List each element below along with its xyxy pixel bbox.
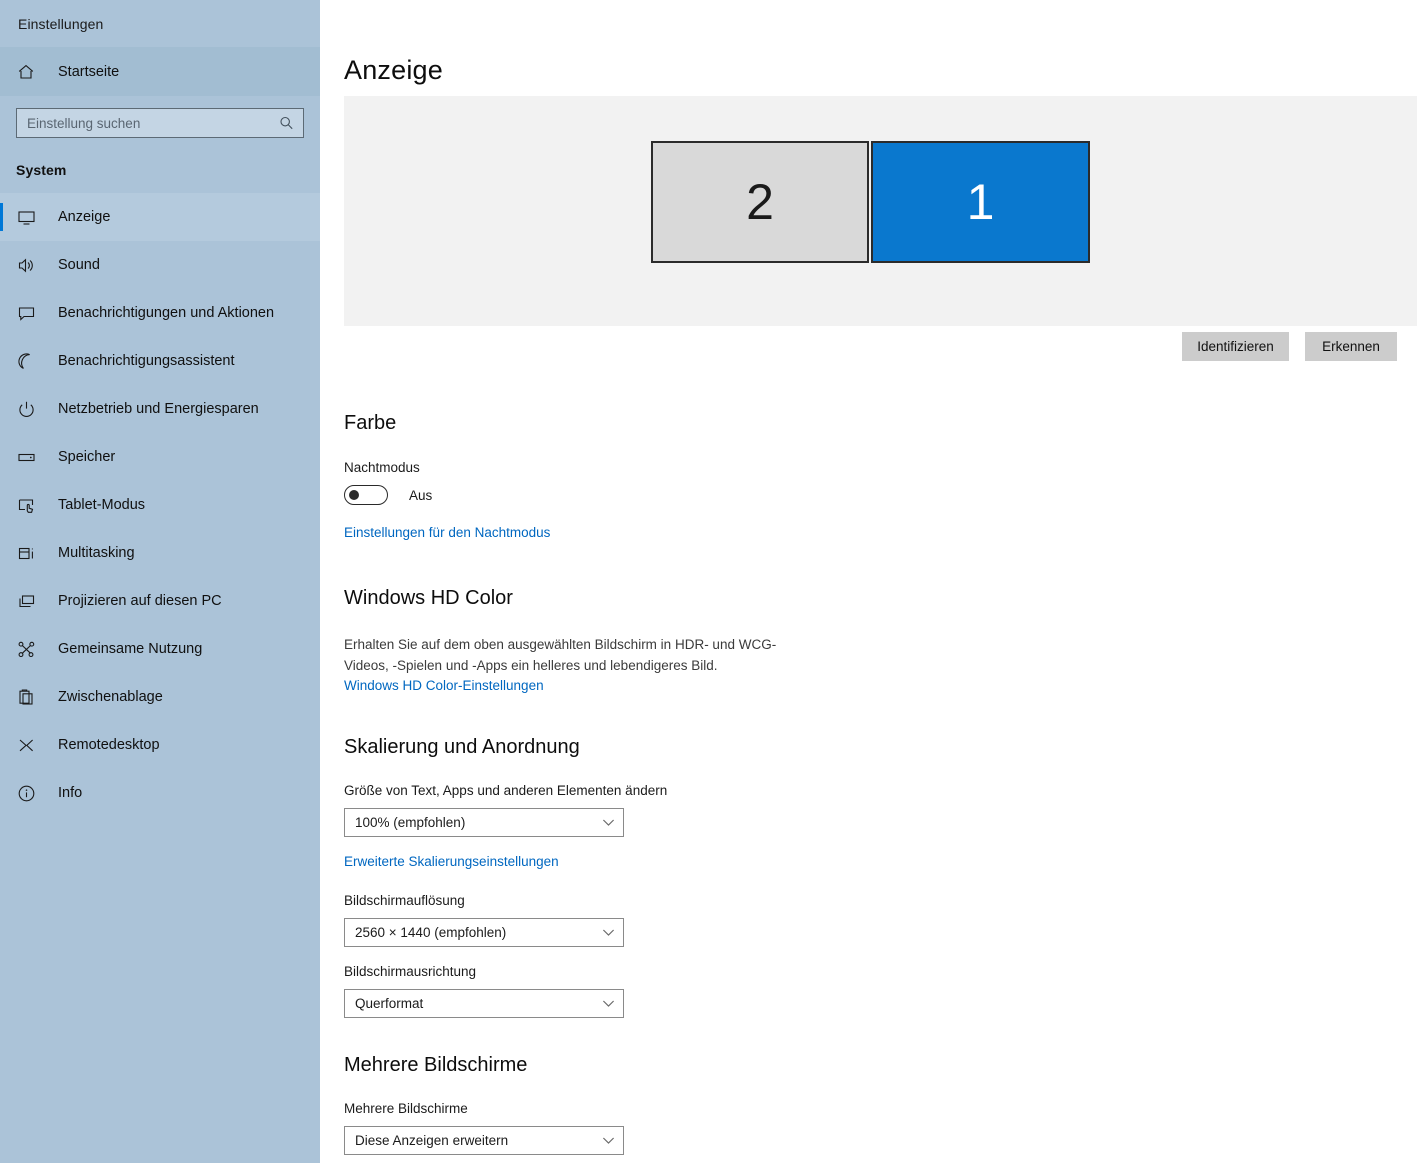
sidebar-item-tablet-modus[interactable]: Tablet-Modus xyxy=(0,481,320,529)
power-icon xyxy=(17,400,43,419)
display-arrangement-preview[interactable]: 2 1 xyxy=(344,96,1417,326)
scale-dropdown-value: 100% (empfohlen) xyxy=(355,815,466,830)
multi-display-label: Mehrere Bildschirme xyxy=(344,1101,468,1116)
resolution-label: Bildschirmauflösung xyxy=(344,893,465,908)
sidebar-item-netzbetrieb[interactable]: Netzbetrieb und Energiesparen xyxy=(0,385,320,433)
orientation-label: Bildschirmausrichtung xyxy=(344,964,477,979)
hdr-description: Erhalten Sie auf dem oben ausgewählten B… xyxy=(344,637,777,673)
sidebar-item-label: Speicher xyxy=(58,449,116,465)
tablet-hand-icon xyxy=(17,496,43,515)
sidebar-item-label: Tablet-Modus xyxy=(58,497,146,513)
remote-desktop-icon xyxy=(17,736,43,755)
chevron-down-icon xyxy=(593,928,623,937)
sidebar-item-zwischenablage[interactable]: Zwischenablage xyxy=(0,673,320,721)
monitor-number: 1 xyxy=(966,174,995,230)
sidebar-item-label: Anzeige xyxy=(58,209,111,225)
speaker-icon xyxy=(17,256,43,275)
multitasking-icon xyxy=(17,544,43,563)
sidebar-item-benachrichtigungsassistent[interactable]: Benachrichtigungsassistent xyxy=(0,337,320,385)
sidebar-item-label: Sound xyxy=(58,257,100,273)
multi-display-section-heading: Mehrere Bildschirme xyxy=(344,1054,528,1076)
share-icon xyxy=(17,640,43,659)
sidebar-item-label: Projizieren auf diesen PC xyxy=(58,593,222,609)
sidebar-item-label: Benachrichtigungen und Aktionen xyxy=(58,305,275,321)
sidebar-item-projizieren[interactable]: Projizieren auf diesen PC xyxy=(0,577,320,625)
chevron-down-icon xyxy=(593,1136,623,1145)
search-icon[interactable] xyxy=(279,116,294,131)
chat-bubble-icon xyxy=(17,304,43,323)
chevron-down-icon xyxy=(593,999,623,1008)
night-mode-toggle-row: Aus xyxy=(344,485,432,505)
sidebar-item-label: Info xyxy=(58,785,83,801)
night-mode-settings-link[interactable]: Einstellungen für den Nachtmodus xyxy=(344,525,550,540)
sidebar-item-benachrichtigungen[interactable]: Benachrichtigungen und Aktionen xyxy=(0,289,320,337)
night-mode-state: Aus xyxy=(409,487,433,503)
scale-dropdown[interactable]: 100% (empfohlen) xyxy=(344,808,624,837)
night-mode-toggle[interactable] xyxy=(344,485,388,505)
sidebar-nav-list: Anzeige Sound Benachrichtigungen und Akt… xyxy=(0,193,320,817)
hdr-section-heading: Windows HD Color xyxy=(344,587,513,609)
monitor-icon xyxy=(17,208,43,227)
clipboard-icon xyxy=(17,688,43,707)
page-title: Anzeige xyxy=(344,55,443,85)
sidebar-item-label: Zwischenablage xyxy=(58,689,163,705)
multi-display-dropdown-value: Diese Anzeigen erweitern xyxy=(355,1133,509,1148)
chevron-down-icon xyxy=(593,818,623,827)
sidebar-item-home[interactable]: Startseite xyxy=(0,47,320,96)
sidebar-item-label: Gemeinsame Nutzung xyxy=(58,641,203,657)
monitor-tile-2[interactable]: 2 xyxy=(651,141,869,263)
sidebar-group-label: System xyxy=(16,162,67,178)
moon-icon xyxy=(17,352,43,371)
search-box[interactable] xyxy=(16,108,304,138)
monitor-tile-1[interactable]: 1 xyxy=(871,141,1090,263)
sidebar-item-label: Benachrichtigungsassistent xyxy=(58,353,235,369)
drive-icon xyxy=(17,448,43,467)
scale-section-heading: Skalierung und Anordnung xyxy=(344,736,580,758)
multi-display-dropdown[interactable]: Diese Anzeigen erweitern xyxy=(344,1126,624,1155)
resolution-dropdown-value: 2560 × 1440 (empfohlen) xyxy=(355,925,507,940)
info-icon xyxy=(17,784,43,803)
sidebar-item-remotedesktop[interactable]: Remotedesktop xyxy=(0,721,320,769)
sidebar-item-anzeige[interactable]: Anzeige xyxy=(0,193,320,241)
night-mode-label: Nachtmodus xyxy=(344,460,420,475)
scale-label: Größe von Text, Apps und anderen Element… xyxy=(344,783,668,798)
sidebar-item-multitasking[interactable]: Multitasking xyxy=(0,529,320,577)
sidebar-item-gemeinsame-nutzung[interactable]: Gemeinsame Nutzung xyxy=(0,625,320,673)
monitor-number: 2 xyxy=(746,174,774,230)
resolution-dropdown[interactable]: 2560 × 1440 (empfohlen) xyxy=(344,918,624,947)
hdr-settings-link[interactable]: Windows HD Color-Einstellungen xyxy=(344,678,544,693)
app-title: Einstellungen xyxy=(18,15,104,32)
color-section-heading: Farbe xyxy=(344,412,397,434)
home-icon xyxy=(17,63,43,81)
search-input[interactable] xyxy=(17,109,269,137)
orientation-dropdown[interactable]: Querformat xyxy=(344,989,624,1018)
project-screen-icon xyxy=(17,592,43,611)
main-content: Anzeige 2 1 Identifizieren Erkennen Farb… xyxy=(320,0,1417,1163)
sidebar-item-home-label: Startseite xyxy=(58,63,120,80)
sidebar-item-label: Multitasking xyxy=(58,545,135,561)
sidebar-item-label: Remotedesktop xyxy=(58,737,160,753)
sidebar: Einstellungen Startseite System xyxy=(0,0,320,1163)
toggle-knob xyxy=(349,490,359,500)
sidebar-item-speicher[interactable]: Speicher xyxy=(0,433,320,481)
sidebar-item-label: Netzbetrieb und Energiesparen xyxy=(58,401,259,417)
sidebar-item-sound[interactable]: Sound xyxy=(0,241,320,289)
identify-button[interactable]: Identifizieren xyxy=(1182,332,1289,361)
active-indicator xyxy=(0,203,3,231)
detect-button[interactable]: Erkennen xyxy=(1305,332,1397,361)
title-bar: Einstellungen xyxy=(0,0,320,47)
sidebar-item-info[interactable]: Info xyxy=(0,769,320,817)
orientation-dropdown-value: Querformat xyxy=(355,996,424,1011)
advanced-scaling-link[interactable]: Erweiterte Skalierungseinstellungen xyxy=(344,854,559,869)
